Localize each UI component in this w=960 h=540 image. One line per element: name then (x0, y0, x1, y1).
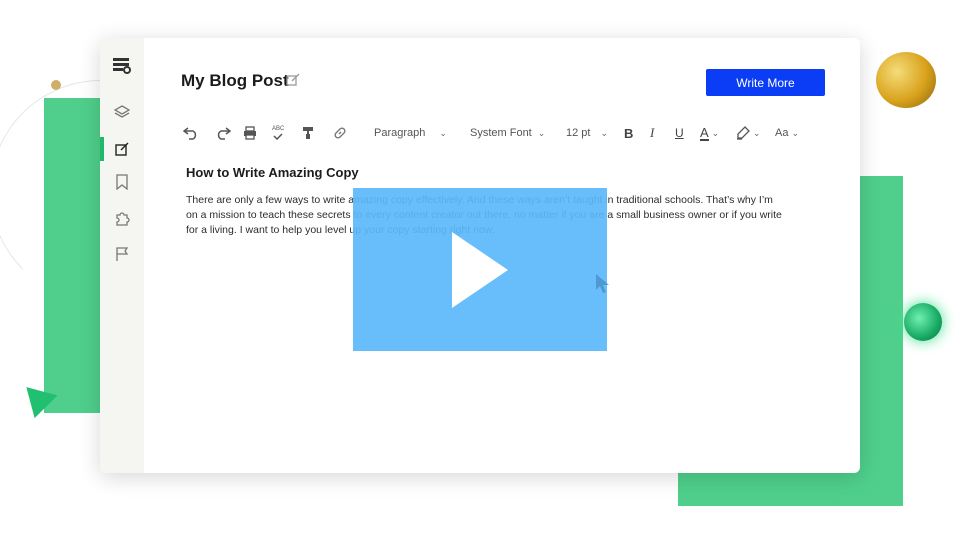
highlight-button[interactable]: ⌄ (736, 122, 761, 144)
sidebar (100, 38, 144, 473)
chevron-down-icon: ⌄ (537, 127, 546, 138)
decorative-dot (51, 80, 61, 90)
sidebar-active-indicator (100, 137, 104, 161)
redo-icon[interactable] (215, 122, 231, 144)
print-icon[interactable] (243, 122, 257, 144)
chevron-down-icon: ⌄ (753, 127, 761, 138)
font-size-select[interactable]: 12 pt ⌄ (566, 122, 608, 144)
text-color-button[interactable]: A ⌄ (700, 122, 719, 144)
logo-icon[interactable] (112, 56, 132, 76)
text-size-label: Aa (775, 127, 789, 139)
font-size-value: 12 pt (566, 127, 591, 139)
underline-button[interactable]: U (675, 122, 684, 144)
document-heading[interactable]: How to Write Amazing Copy (186, 165, 359, 180)
format-painter-icon[interactable] (302, 122, 314, 144)
chevron-down-icon: ⌄ (600, 127, 609, 138)
text-size-button[interactable]: Aa ⌄ (775, 122, 799, 144)
spellcheck-icon[interactable]: ABC (272, 122, 284, 144)
page-title: My Blog Post (181, 71, 289, 90)
decorative-green-orb (904, 303, 942, 341)
puzzle-icon[interactable] (112, 208, 132, 228)
edit-icon[interactable] (112, 139, 132, 159)
undo-icon[interactable] (183, 122, 199, 144)
bookmark-icon[interactable] (112, 172, 132, 192)
mouse-cursor-icon (595, 273, 611, 300)
bold-button[interactable]: B (624, 122, 633, 144)
chevron-down-icon: ⌄ (791, 127, 800, 138)
flag-icon[interactable] (112, 244, 132, 264)
decorative-gold-sphere (876, 52, 936, 108)
formatting-toolbar: ABC Paragraph ⌄ System Font ⌄ 12 pt ⌄ B … (180, 122, 820, 144)
edit-title-icon[interactable] (286, 73, 300, 92)
play-icon[interactable] (452, 232, 508, 308)
decorative-green-panel-left (44, 98, 104, 413)
write-more-button[interactable]: Write More (706, 69, 825, 96)
paragraph-style-value: Paragraph (374, 127, 426, 139)
font-family-value: System Font (470, 127, 532, 139)
italic-button[interactable]: I (650, 122, 654, 144)
spellcheck-label: ABC (272, 126, 285, 132)
link-icon[interactable] (333, 122, 347, 144)
chevron-down-icon: ⌄ (711, 127, 720, 138)
font-family-select[interactable]: System Font ⌄ (470, 122, 545, 144)
text-color-label: A (700, 124, 709, 141)
paragraph-style-select[interactable]: Paragraph ⌄ (374, 122, 447, 144)
layers-icon[interactable] (112, 102, 132, 122)
chevron-down-icon: ⌄ (439, 127, 447, 138)
